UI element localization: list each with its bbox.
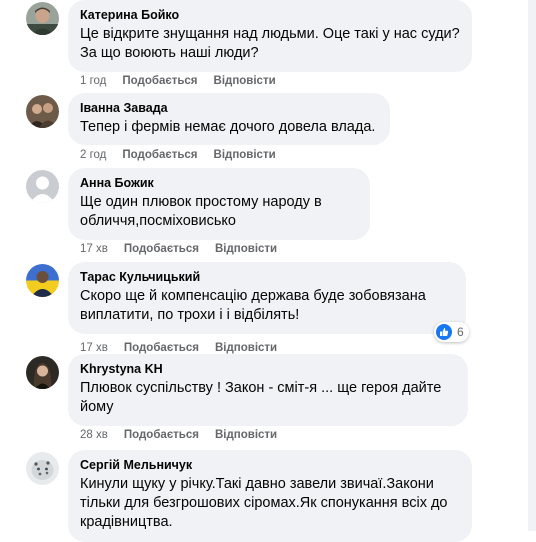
reply-button[interactable]: Відповісти	[215, 342, 277, 354]
avatar-photo-group	[26, 95, 59, 128]
author-name[interactable]: Анна Божик	[80, 175, 358, 191]
comment-text: Кинули щуку у річку.Такі давно завели зв…	[80, 476, 448, 530]
comment-actions: 1 год Подобається Відповісти	[80, 75, 292, 87]
author-name[interactable]: Іванна Завада	[80, 100, 378, 116]
like-button[interactable]: Подобається	[122, 75, 197, 87]
like-button[interactable]: Подобається	[124, 429, 199, 441]
comment-text: Ще один плювок простому народу в обличчя…	[80, 194, 322, 229]
avatar-photo-flag	[26, 264, 59, 297]
avatar[interactable]	[26, 452, 59, 485]
timestamp[interactable]: 17 хв	[80, 243, 108, 255]
avatar[interactable]	[26, 264, 59, 297]
comment-bubble: Тарас Кульчицький Скоро ще й компенсацію…	[68, 262, 466, 334]
author-name[interactable]: Катерина Бойко	[80, 7, 460, 23]
avatar[interactable]	[26, 170, 59, 203]
avatar-photo-woman	[26, 356, 59, 389]
reaction-count[interactable]: 6	[434, 322, 469, 342]
scrollbar[interactable]	[528, 0, 536, 531]
reply-button[interactable]: Відповісти	[214, 75, 276, 87]
comment-actions: 17 хв Подобається Відповісти	[80, 342, 293, 354]
reply-button[interactable]: Відповісти	[215, 429, 277, 441]
avatar-photo-man	[26, 2, 59, 35]
author-name[interactable]: Тарас Кульчицький	[80, 269, 454, 285]
comment-bubble: Анна Божик Ще один плювок простому народ…	[68, 168, 370, 240]
reply-button[interactable]: Відповісти	[215, 243, 277, 255]
comment-bubble: Іванна Завада Тепер і фермів немає дочог…	[68, 93, 390, 145]
default-avatar-icon	[26, 170, 59, 203]
thumbs-up-icon	[436, 324, 452, 340]
like-button[interactable]: Подобається	[124, 243, 199, 255]
timestamp[interactable]: 1 год	[80, 75, 106, 87]
comment-text: Плювок суспільству ! Закон - сміт-я ... …	[80, 380, 442, 415]
avatar[interactable]	[26, 95, 59, 128]
like-button[interactable]: Подобається	[122, 149, 197, 161]
author-name[interactable]: Сергій Мельничук	[80, 457, 460, 473]
comment-text: Це відкрите знущання над людьми. Оце так…	[80, 26, 460, 61]
comment-actions: 17 хв Подобається Відповісти	[80, 243, 293, 255]
author-name[interactable]: Khrystyna KH	[80, 361, 456, 377]
comment-actions: 2 год Подобається Відповісти	[80, 149, 292, 161]
timestamp[interactable]: 28 хв	[80, 429, 108, 441]
comment-actions: 28 хв Подобається Відповісти	[80, 429, 293, 441]
like-button[interactable]: Подобається	[124, 342, 199, 354]
avatar[interactable]	[26, 356, 59, 389]
reaction-count-value: 6	[457, 325, 464, 339]
comment-text: Скоро ще й компенсацію держава буде зобо…	[80, 288, 426, 323]
comment-bubble: Khrystyna KH Плювок суспільству ! Закон …	[68, 354, 468, 426]
comment-bubble: Катерина Бойко Це відкрите знущання над …	[68, 0, 472, 72]
avatar[interactable]	[26, 2, 59, 35]
comment-bubble: Сергій Мельничук Кинули щуку у річку.Так…	[68, 450, 472, 542]
comment-text: Тепер і фермів немає дочого довела влада…	[80, 119, 376, 135]
reply-button[interactable]: Відповісти	[214, 149, 276, 161]
timestamp[interactable]: 17 хв	[80, 342, 108, 354]
timestamp[interactable]: 2 год	[80, 149, 106, 161]
avatar-photo-leopard	[26, 452, 59, 485]
